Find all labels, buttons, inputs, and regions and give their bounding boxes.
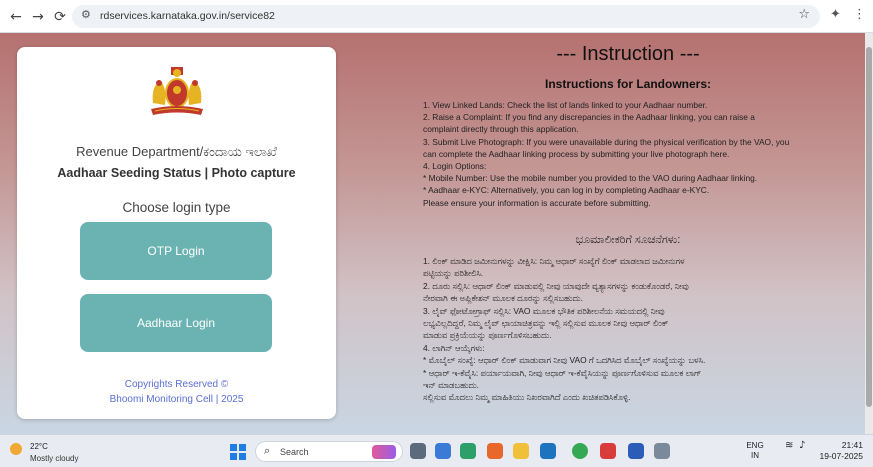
instructions-kannada: 1. ಲಿಂಕ್ ಮಾಡಿದ ಜಮೀನುಗಳನ್ನು ವೀಕ್ಷಿಸಿ: ನಿಮ…: [423, 255, 833, 404]
instructions-title: --- Instruction ---: [556, 43, 700, 65]
language-bottom: IN: [751, 451, 759, 460]
otp-login-button[interactable]: OTP Login: [80, 222, 272, 280]
kannada-line: 3. ಲೈವ್ ಫೋಟೋಗ್ರಾಫ್ ಸಲ್ಲಿಸಿ: VAO ಮೂಲಕ ಭೌತ…: [423, 305, 665, 316]
word-icon[interactable]: [628, 443, 644, 459]
choose-login-label: Choose login type: [122, 200, 231, 215]
forward-icon[interactable]: →: [28, 7, 48, 27]
kannada-line: * ಆಧಾರ್ ಇ-ಕೆವೈಸಿ: ಪರ್ಯಾಯವಾಗಿ, ನೀವು ಆಧಾರ್…: [423, 367, 702, 378]
system-clock[interactable]: 21:41 19-07-2025: [813, 440, 863, 462]
instructions-subtitle: Instructions for Landowners:: [544, 77, 711, 91]
store-icon[interactable]: [540, 443, 556, 459]
page-scrollbar[interactable]: [865, 33, 873, 434]
chrome-icon[interactable]: [572, 443, 588, 459]
weather-widget[interactable]: 22°C Mostly cloudy: [8, 439, 88, 465]
reload-icon[interactable]: ⟳: [50, 7, 70, 27]
instruction-line: can complete the Aadhaar linking process…: [423, 148, 730, 159]
copyright-line2: Bhoomi Monitoring Cell | 2025: [109, 394, 244, 405]
app-icon[interactable]: [600, 443, 616, 459]
instruction-line: 4. Login Options:: [423, 161, 487, 172]
kannada-line: ಲಭ್ಯವಿಲ್ಲದಿದ್ದರೆ, ನಿಮ್ಮ ಲೈವ್ ಛಾಯಾಚಿತ್ರವನ…: [423, 318, 669, 329]
scrollbar-thumb[interactable]: [866, 47, 872, 407]
browser-toolbar: ← → ⟳ ⚙ rdservices.karnataka.gov.in/serv…: [0, 0, 873, 33]
weather-condition: Mostly cloudy: [30, 454, 79, 463]
bookmark-star-icon[interactable]: ☆: [798, 7, 810, 22]
weather-icon: [10, 443, 22, 455]
login-card: Revenue Department/ಕಂದಾಯ ಇಲಾಖೆ Aadhaar S…: [17, 47, 336, 419]
page-subtitle: Aadhaar Seeding Status | Photo capture: [57, 166, 296, 180]
settings-icon[interactable]: [654, 443, 670, 459]
url-text[interactable]: rdservices.karnataka.gov.in/service82: [100, 10, 275, 22]
search-highlight-icon: [372, 445, 396, 459]
taskbar-search[interactable]: ⌕ Search: [255, 441, 403, 462]
instruction-line: * Aadhaar e-KYC: Alternatively, you can …: [423, 185, 710, 196]
kannada-line: ನೇರವಾಗಿ ಈ ಅಪ್ಲಿಕೇಶನ್ ಮೂಲಕ ದೂರನ್ನು ಸಲ್ಲಿಸ…: [423, 293, 583, 304]
language-indicator[interactable]: ENG IN: [740, 441, 770, 461]
instruction-line: 1. View Linked Lands: Check the list of …: [423, 100, 708, 110]
file-explorer-icon[interactable]: [513, 443, 529, 459]
site-info-icon[interactable]: ⚙: [81, 8, 91, 21]
instruction-line: Please ensure your information is accura…: [423, 197, 651, 208]
clock-date: 19-07-2025: [819, 451, 863, 461]
menu-icon[interactable]: ⋮: [853, 7, 866, 22]
clock-time: 21:41: [841, 440, 863, 450]
kannada-line: 1. ಲಿಂಕ್ ಮಾಡಿದ ಜಮೀನುಗಳನ್ನು ವೀಕ್ಷಿಸಿ: ನಿಮ…: [423, 256, 685, 266]
task-view-icon[interactable]: [410, 443, 426, 459]
volume-icon[interactable]: ♪: [799, 441, 805, 451]
extensions-icon[interactable]: ✦: [830, 7, 841, 22]
windows-start-icon[interactable]: [230, 444, 246, 460]
instruction-line: 3. Submit Live Photograph: If you were u…: [423, 136, 790, 147]
address-bar[interactable]: ⚙ rdservices.karnataka.gov.in/service82 …: [72, 5, 820, 28]
kannada-line: ಇನ್ ಮಾಡಬಹುದು.: [423, 380, 479, 391]
windows-taskbar: 22°C Mostly cloudy ⌕ Search ENG IN ≋ ♪ 2…: [0, 434, 873, 467]
wifi-icon[interactable]: ≋: [785, 441, 793, 451]
copyright-line1: Copyrights Reserved ©: [124, 379, 229, 390]
kannada-line: ಪಟ್ಟಿಯನ್ನು ಪರಿಶೀಲಿಸಿ.: [423, 268, 484, 279]
instructions-english: 1. View Linked Lands: Check the list of …: [423, 99, 833, 209]
copyright: Copyrights Reserved © Bhoomi Monitoring …: [17, 377, 336, 407]
search-icon: ⌕: [264, 444, 271, 457]
language-top: ENG: [746, 441, 764, 450]
kannada-line: 2. ದೂರು ಸಲ್ಲಿಸಿ: ಆಧಾರ್ ಲಿಂಕ್ ಮಾಡುವಲ್ಲಿ ನ…: [423, 280, 689, 291]
page-background: Revenue Department/ಕಂದಾಯ ಇಲಾಖೆ Aadhaar S…: [0, 33, 873, 434]
weather-temperature: 22°C: [30, 442, 48, 451]
kannada-line: ಸಲ್ಲಿಸುವ ಮೊದಲು ನಿಮ್ಮ ಮಾಹಿತಿಯು ನಿಖರವಾಗಿದೆ…: [423, 392, 631, 403]
kannada-line: * ಮೊಬೈಲ್ ಸಂಖ್ಯೆ: ಆಧಾರ್ ಲಿಂಕ್ ಮಾಡುವಾಗ ನೀವ…: [423, 355, 706, 366]
kannada-line: ಮಾಡುವ ಪ್ರಕ್ರಿಯೆಯನ್ನು ಪೂರ್ಣಗೊಳಿಸಬಹುದು.: [423, 330, 552, 341]
instruction-line: complaint directly through this applicat…: [423, 124, 579, 135]
instruction-line: * Mobile Number: Use the mobile number y…: [423, 173, 758, 184]
department-name: Revenue Department/ಕಂದಾಯ ಇಲಾಖೆ: [76, 144, 277, 159]
instruction-line: 2. Raise a Complaint: If you find any di…: [423, 112, 755, 123]
edge-icon[interactable]: [460, 443, 476, 459]
widgets-icon[interactable]: [435, 443, 451, 459]
firefox-icon[interactable]: [487, 443, 503, 459]
kannada-line: 4. ಲಾಗಿನ್ ಆಯ್ಕೆಗಳು:: [423, 342, 485, 353]
karnataka-emblem: [151, 67, 203, 115]
taskbar-search-placeholder: Search: [280, 447, 309, 457]
instructions-kannada-title: ಭೂಮಾಲೀಕರಿಗೆ ಸೂಚನೆಗಳು:: [575, 234, 681, 246]
aadhaar-login-button[interactable]: Aadhaar Login: [80, 294, 272, 352]
back-icon[interactable]: ←: [6, 7, 26, 27]
